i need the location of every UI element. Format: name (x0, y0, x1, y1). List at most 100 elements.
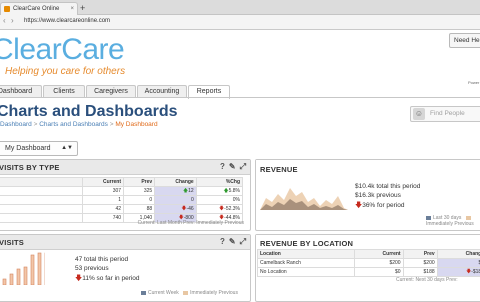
back-icon[interactable]: ‹ (3, 16, 6, 25)
table-row: 4288🡇-46🡇-52.3% (0, 205, 243, 214)
change-value: 0 (191, 197, 194, 203)
revenue-legend: Last 30 days Immediately Previous (426, 215, 480, 227)
table-row: 1000% (0, 196, 243, 205)
cell-change: $0 (437, 259, 480, 268)
pct-value: 0% (233, 197, 240, 203)
cell-current: 42 (83, 205, 124, 214)
visits-change: 🡇11% so far in period (75, 274, 140, 285)
tagline: Helping you care for others (5, 66, 125, 77)
visits-bar (17, 269, 20, 285)
col-change: Change (437, 250, 480, 259)
favicon-icon (4, 6, 10, 12)
page-title: Charts and Dashboards (0, 103, 177, 121)
widget-visits-by-type: VISITS BY TYPE ? ✎ ⤢ Current Prev Change %… (0, 159, 251, 231)
cell-pct-change: 🡅5.8% (196, 187, 242, 196)
legend-previous: Immediately Previous (190, 290, 238, 296)
widget-header: VISITS BY TYPE ? ✎ ⤢ (0, 160, 250, 175)
legend-swatch (183, 291, 188, 295)
visits-bar (38, 253, 41, 285)
widget-title: VISITS (0, 238, 24, 247)
table-header-row: Current Prev Change %Chg (0, 178, 243, 187)
pct-value: 5.8% (229, 188, 240, 194)
browser-tab-title: ClearCare Online (13, 3, 59, 15)
widget-header: VISITS ? ✎ ⤢ (0, 235, 250, 250)
legend-swatch (141, 291, 146, 295)
col-prev: Prev (124, 178, 155, 187)
widget-title: VISITS BY TYPE (0, 163, 60, 172)
visits-change-text: 11% so far in period (82, 275, 139, 282)
widget-visits: VISITS ?✎⤢ 47 total this period 53 previ… (0, 234, 251, 302)
revenue-total: $10.4k total this period (355, 183, 420, 190)
clearcare-logo[interactable]: ClearCare (0, 33, 124, 67)
widget-revenue-by-location: REVENUE BY LOCATION Location Current Pre… (255, 234, 480, 302)
cell-pct-change: 🡇-52.3% (196, 205, 242, 214)
change-value: 12 (188, 188, 194, 194)
cell-prev: 325 (124, 187, 155, 196)
cell-change: 🡅12 (155, 187, 197, 196)
cell-change: 🡇-46 (155, 205, 197, 214)
revenue-sparkline (260, 180, 348, 212)
need-help-button[interactable]: Need Help (449, 33, 480, 48)
col-current: Current (83, 178, 124, 187)
col-current: Current (354, 250, 403, 259)
powered-by: Power (468, 80, 479, 85)
dashboard-select[interactable]: My Dashboard ▲▼ (0, 141, 78, 156)
cell-location: No Location (258, 268, 355, 277)
cell-current: 307 (83, 187, 124, 196)
revenue-previous: $16.3k previous (355, 192, 401, 199)
breadcrumb-dashboard[interactable]: Dashboard (0, 121, 32, 128)
table-header-row: Location Current Prev Change (258, 250, 480, 259)
pin-icon[interactable]: ✎ (229, 162, 236, 171)
cell-type (0, 196, 83, 205)
cell-type (0, 214, 83, 223)
cell-current: $0 (354, 268, 403, 277)
widget-footer: Current: Last Month Prev: Immediately Pr… (138, 220, 244, 226)
cell-current: $200 (354, 259, 403, 268)
help-icon[interactable]: ? (220, 237, 225, 246)
widget-revenue: REVENUE $10.4k total this period $16.3k … (255, 159, 480, 231)
visits-by-type-table: Current Prev Change %Chg 307325🡅12🡅5.8%1… (0, 177, 243, 223)
browser-tab[interactable]: ClearCare Online × (0, 2, 78, 15)
help-icon[interactable]: ? (220, 162, 225, 171)
legend-swatch (426, 216, 431, 220)
visits-bar (3, 279, 6, 285)
expand-icon[interactable]: ⤢ (240, 162, 246, 171)
url-text[interactable]: https://www.clearcareonline.com (24, 18, 110, 24)
widget-footer: Current: Next 30 days Prev: (396, 277, 458, 283)
col-change: Change (155, 178, 197, 187)
cell-pct-change: 0% (196, 196, 242, 205)
dashboard-select-value: My Dashboard (5, 142, 51, 155)
visits-bar-chart (0, 251, 45, 285)
col-pct-change: %Chg (196, 178, 242, 187)
close-tab-icon[interactable]: × (70, 3, 74, 15)
legend-swatch (466, 216, 471, 220)
cell-prev: 0 (124, 196, 155, 205)
revenue-change-text: 36% for period (362, 202, 404, 209)
revenue-by-location-table: Location Current Prev Change Camelback R… (257, 249, 480, 277)
pin-icon[interactable]: ✎ (229, 237, 236, 246)
change-value: -$188 (471, 269, 480, 275)
visits-bar (24, 267, 27, 285)
cell-type (0, 205, 83, 214)
cell-prev: $188 (403, 268, 437, 277)
cell-prev: 88 (124, 205, 155, 214)
widget-header: REVENUE BY LOCATION (256, 235, 480, 249)
table-row: No Location$0$188🡇-$188 (258, 268, 480, 277)
new-tab-button[interactable]: + (80, 2, 85, 14)
cell-prev: $200 (403, 259, 437, 268)
col-location: Location (258, 250, 355, 259)
search-placeholder: Find People (430, 110, 465, 117)
address-bar[interactable]: ‹ › https://www.clearcareonline.com (0, 15, 480, 30)
expand-icon[interactable]: ⤢ (240, 237, 246, 246)
chevron-down-icon: ▲▼ (61, 142, 73, 155)
change-value: -46 (186, 206, 193, 212)
visits-legend: Current Week Immediately Previous (141, 290, 238, 296)
find-people-search[interactable]: ☺ Find People (410, 106, 480, 122)
breadcrumb-charts[interactable]: Charts and Dashboards (39, 121, 108, 128)
widget-header: REVENUE (256, 160, 480, 174)
pct-value: -52.3% (224, 206, 240, 212)
col-prev: Prev (403, 250, 437, 259)
visits-bar (10, 274, 13, 285)
table-row: Camelback Ranch$200$200$0 (258, 259, 480, 268)
forward-icon[interactable]: › (11, 16, 14, 25)
